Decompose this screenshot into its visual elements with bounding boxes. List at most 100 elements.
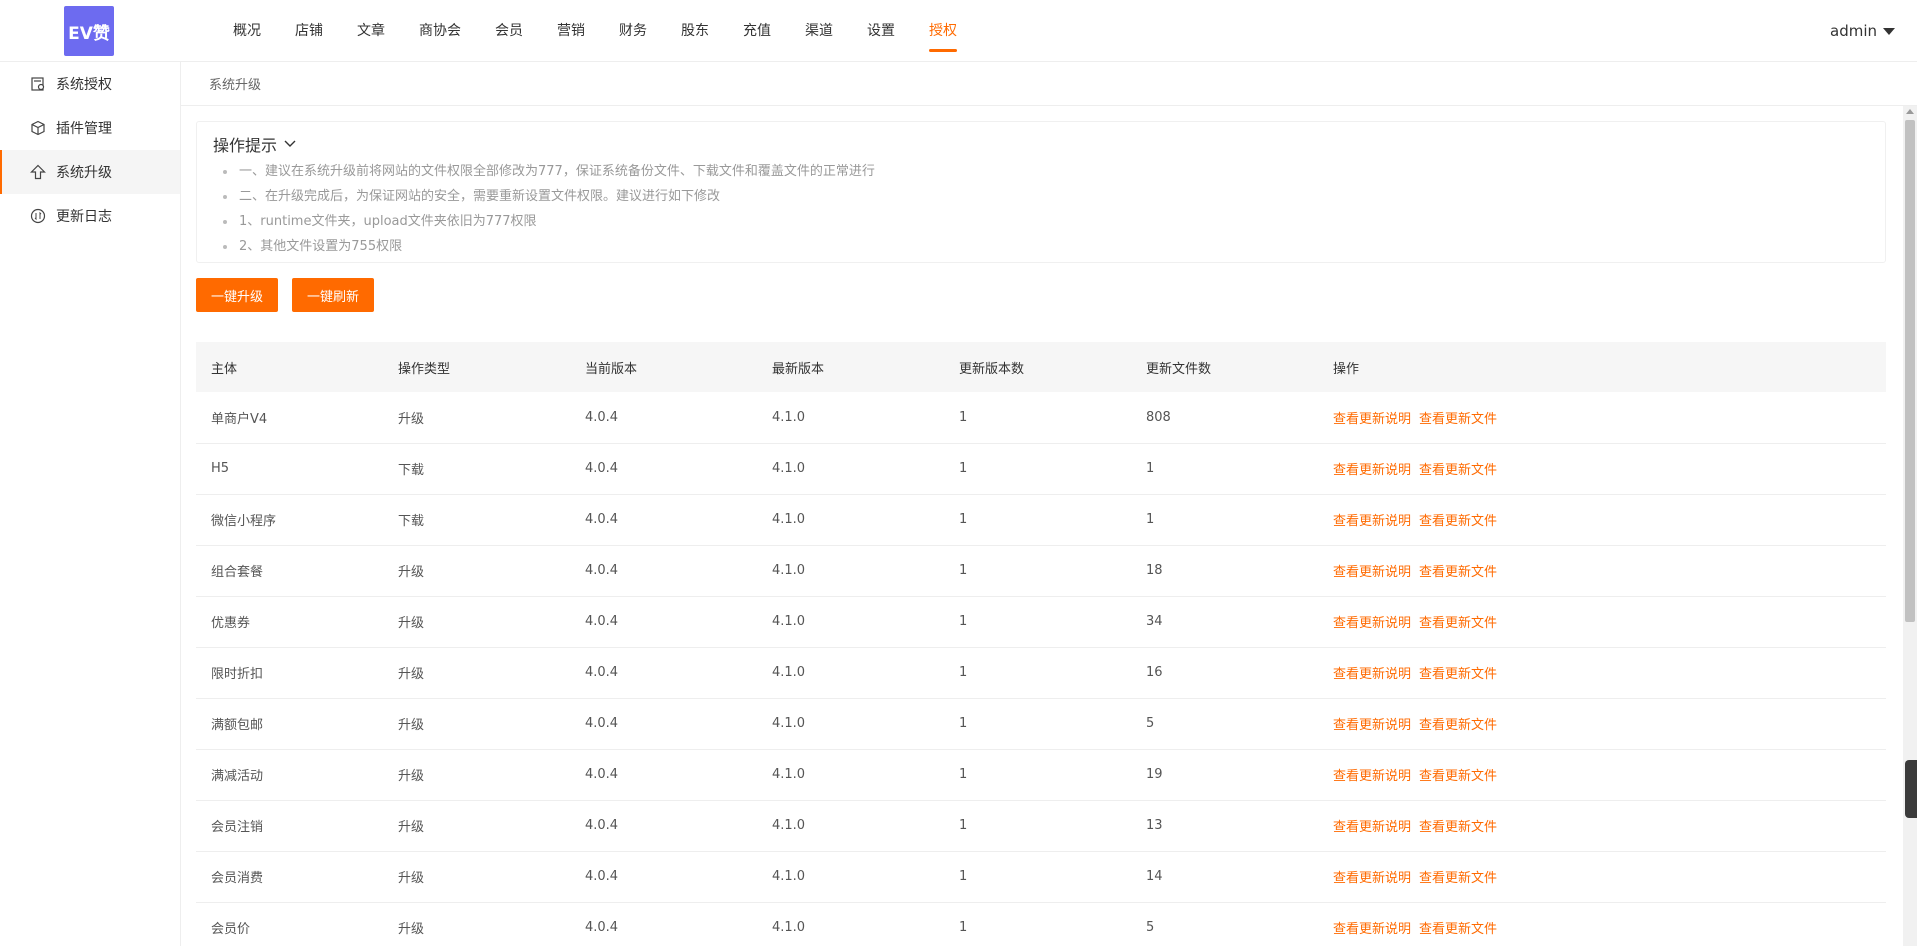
nav-item-2[interactable]: 文章 (340, 0, 402, 62)
table-header-row: 主体 操作类型 当前版本 最新版本 更新版本数 更新文件数 操作 (196, 342, 1886, 392)
table-cell: 13 (1131, 800, 1318, 852)
scroll-up-icon[interactable] (1906, 109, 1914, 114)
table-cell: 1 (944, 494, 1131, 546)
sidebar-item-label: 系统授权 (56, 77, 112, 93)
column-header: 操作类型 (383, 342, 570, 392)
view-update-files-link[interactable]: 查看更新文件 (1419, 412, 1497, 427)
table-body: 单商户V4 升级 4.0.4 4.1.0 1 808 查看更新说明 查看更新文件 H5 下载 4.0… (196, 392, 1886, 946)
table-cell-actions: 查看更新说明 查看更新文件 (1318, 392, 1886, 444)
table-cell: 优惠券 (196, 596, 383, 648)
view-update-notes-link[interactable]: 查看更新说明 (1333, 616, 1411, 631)
table-cell-actions: 查看更新说明 查看更新文件 (1318, 851, 1886, 903)
view-update-files-link[interactable]: 查看更新文件 (1419, 820, 1497, 835)
table-row: 限时折扣 升级 4.0.4 4.1.0 1 16 查看更新说明 查看更新文件 (196, 647, 1886, 699)
nav-item-4[interactable]: 会员 (478, 0, 540, 62)
view-update-files-link[interactable]: 查看更新文件 (1419, 463, 1497, 478)
view-update-notes-link[interactable]: 查看更新说明 (1333, 412, 1411, 427)
table-cell: 1 (944, 800, 1131, 852)
view-update-notes-link[interactable]: 查看更新说明 (1333, 769, 1411, 784)
one-click-refresh-button[interactable]: 一键刷新 (292, 278, 375, 312)
table-cell: H5 (196, 443, 383, 495)
column-header: 更新文件数 (1131, 342, 1318, 392)
table-cell: 4.1.0 (757, 596, 944, 648)
view-update-notes-link[interactable]: 查看更新说明 (1333, 667, 1411, 682)
table-cell: 19 (1131, 749, 1318, 801)
column-header: 操作 (1318, 342, 1886, 392)
table-cell: 4.1.0 (757, 698, 944, 750)
view-update-files-link[interactable]: 查看更新文件 (1419, 922, 1497, 937)
table-cell: 4.0.4 (570, 596, 757, 648)
table-row: 组合套餐 升级 4.0.4 4.1.0 1 18 查看更新说明 查看更新文件 (196, 545, 1886, 597)
view-update-files-link[interactable]: 查看更新文件 (1419, 769, 1497, 784)
table-cell: 4.1.0 (757, 443, 944, 495)
nav-item-11[interactable]: 授权 (912, 0, 974, 62)
view-update-files-link[interactable]: 查看更新文件 (1419, 514, 1497, 529)
table-cell: 满减活动 (196, 749, 383, 801)
tip-item: 1、runtime文件夹，upload文件夹依旧为777权限 (223, 209, 1869, 234)
table-cell: 4.0.4 (570, 851, 757, 903)
view-update-notes-link[interactable]: 查看更新说明 (1333, 718, 1411, 733)
tips-toggle[interactable]: 操作提示 (213, 132, 1869, 156)
nav-item-6[interactable]: 财务 (602, 0, 664, 62)
view-update-notes-link[interactable]: 查看更新说明 (1333, 871, 1411, 886)
app-logo[interactable]: EV赞 (64, 6, 114, 56)
view-update-files-link[interactable]: 查看更新文件 (1419, 718, 1497, 733)
view-update-notes-link[interactable]: 查看更新说明 (1333, 565, 1411, 580)
caret-down-icon (1883, 27, 1895, 35)
scroll-thumb[interactable] (1905, 120, 1915, 622)
table-cell: 升级 (383, 902, 570, 946)
main-content: 操作提示 一、建议在系统升级前将网站的文件权限全部修改为777，保证系统备份文件… (181, 106, 1903, 946)
sidebar-item-3[interactable]: 更新日志 (0, 194, 180, 238)
table-cell: 1 (944, 596, 1131, 648)
table-cell: 18 (1131, 545, 1318, 597)
table-cell: 限时折扣 (196, 647, 383, 699)
table-cell: 4.1.0 (757, 392, 944, 444)
view-update-files-link[interactable]: 查看更新文件 (1419, 667, 1497, 682)
cube-icon (31, 120, 45, 136)
view-update-notes-link[interactable]: 查看更新说明 (1333, 463, 1411, 478)
table-cell: 4.1.0 (757, 851, 944, 903)
nav-item-1[interactable]: 店铺 (278, 0, 340, 62)
sidebar-item-2[interactable]: 系统升级 (0, 150, 180, 194)
nav-item-0[interactable]: 概况 (216, 0, 278, 62)
sidebar-item-0[interactable]: 系统授权 (0, 62, 180, 106)
table-cell: 会员消费 (196, 851, 383, 903)
view-update-notes-link[interactable]: 查看更新说明 (1333, 922, 1411, 937)
view-update-notes-link[interactable]: 查看更新说明 (1333, 820, 1411, 835)
table-cell: 1 (944, 698, 1131, 750)
breadcrumb: 系统升级 (181, 62, 1917, 106)
table-cell: 5 (1131, 902, 1318, 946)
table-cell: 1 (1131, 494, 1318, 546)
table-cell: 单商户V4 (196, 392, 383, 444)
logo-text: EV赞 (68, 23, 110, 44)
table-cell: 34 (1131, 596, 1318, 648)
nav-item-7[interactable]: 股东 (664, 0, 726, 62)
floating-side-widget[interactable] (1905, 760, 1917, 818)
nav-item-8[interactable]: 充值 (726, 0, 788, 62)
table-cell: 4.1.0 (757, 647, 944, 699)
table-row: 微信小程序 下载 4.0.4 4.1.0 1 1 查看更新说明 查看更新文件 (196, 494, 1886, 546)
table-cell: 下载 (383, 443, 570, 495)
arrow-up-icon (30, 164, 46, 180)
table-cell: 4.0.4 (570, 749, 757, 801)
table-cell: 14 (1131, 851, 1318, 903)
sidebar-item-1[interactable]: 插件管理 (0, 106, 180, 150)
table-cell: 组合套餐 (196, 545, 383, 597)
vertical-scrollbar[interactable] (1903, 106, 1917, 946)
table-cell: 1 (944, 545, 1131, 597)
table-cell: 升级 (383, 392, 570, 444)
table-cell: 5 (1131, 698, 1318, 750)
table-cell: 1 (944, 392, 1131, 444)
one-click-upgrade-button[interactable]: 一键升级 (196, 278, 279, 312)
user-menu[interactable]: admin (1830, 0, 1895, 62)
view-update-notes-link[interactable]: 查看更新说明 (1333, 514, 1411, 529)
table-row: 会员价 升级 4.0.4 4.1.0 1 5 查看更新说明 查看更新文件 (196, 902, 1886, 946)
view-update-files-link[interactable]: 查看更新文件 (1419, 616, 1497, 631)
nav-item-5[interactable]: 营销 (540, 0, 602, 62)
nav-item-9[interactable]: 渠道 (788, 0, 850, 62)
nav-item-10[interactable]: 设置 (850, 0, 912, 62)
table-cell: 会员注销 (196, 800, 383, 852)
view-update-files-link[interactable]: 查看更新文件 (1419, 871, 1497, 886)
view-update-files-link[interactable]: 查看更新文件 (1419, 565, 1497, 580)
nav-item-3[interactable]: 商协会 (402, 0, 478, 62)
